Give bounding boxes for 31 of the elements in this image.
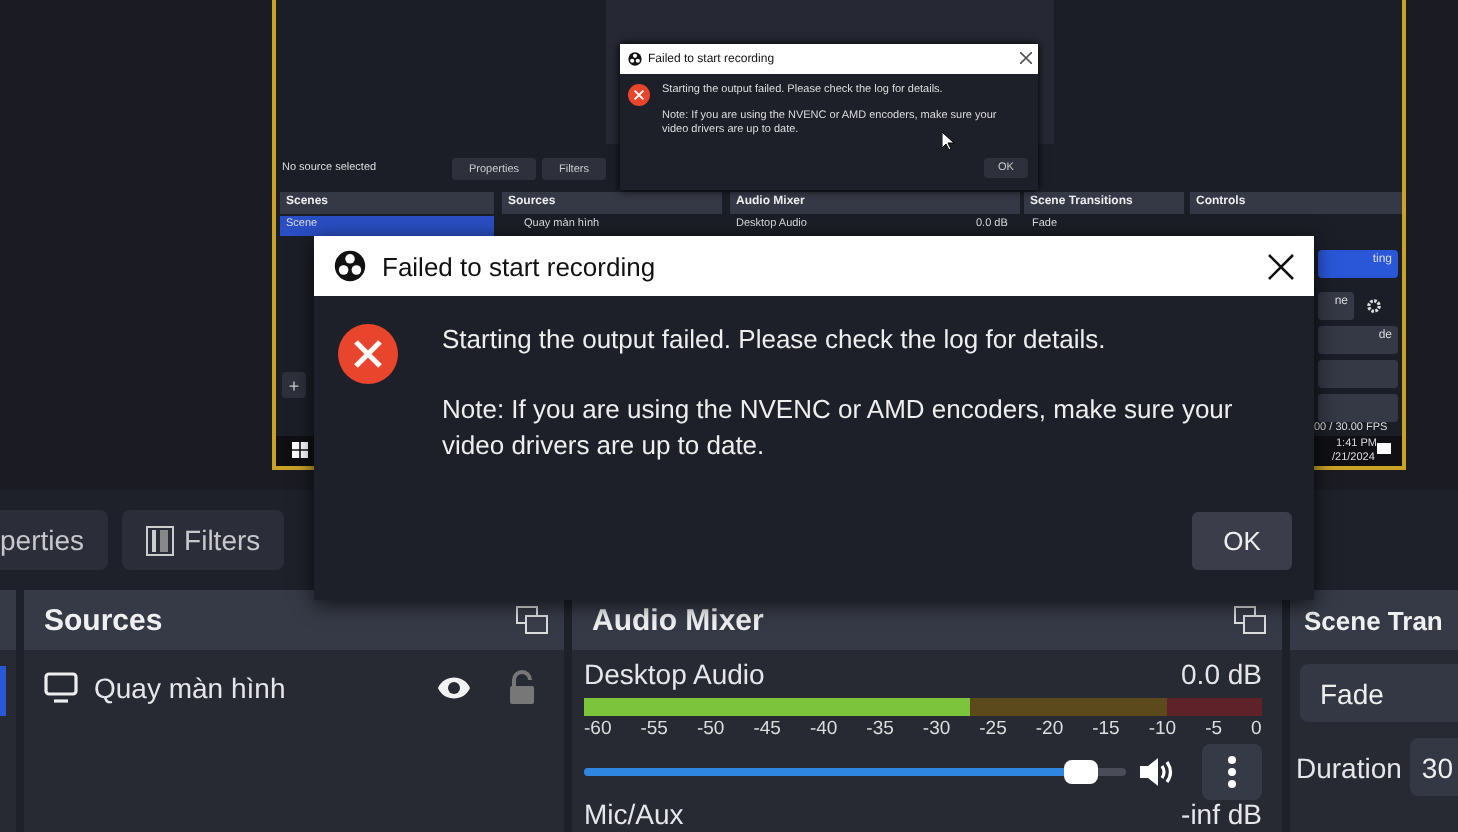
tick-label: -40 — [809, 718, 838, 740]
source-item[interactable]: Quay màn hình — [24, 650, 564, 724]
dialog-message: Starting the output failed. Please check the log for details. — [442, 322, 1108, 358]
panel-title: Audio Mixer — [592, 603, 764, 637]
dialog-title: Failed to start recording — [382, 251, 658, 281]
duration-field[interactable]: 30 — [1409, 738, 1458, 796]
dialog-note: Note: If you are using the NVENC or AMD encoders, make sure your video drivers are up to date. — [442, 392, 1235, 464]
ok-button[interactable]: OK — [1192, 512, 1292, 570]
tick-label: -45 — [753, 718, 781, 740]
filters-button[interactable]: Filters — [122, 510, 285, 570]
tick-label: 0 — [1251, 718, 1262, 740]
tick-label: -60 — [584, 718, 612, 740]
tick-label: -5 — [1205, 718, 1223, 740]
tick-label: -35 — [866, 718, 894, 740]
panel-title: Sources — [44, 603, 163, 637]
transition-select[interactable]: Fade — [1300, 664, 1458, 722]
tick-label: -10 — [1148, 718, 1177, 740]
volume-reading: -inf dB — [1181, 800, 1262, 828]
tick-label: -15 — [1092, 718, 1120, 740]
panel-title: Scene Tran — [1304, 605, 1443, 635]
add-button[interactable]: + — [282, 372, 306, 398]
audio-source-name: Desktop Audio — [584, 658, 765, 690]
volume-reading: 0.0 dB — [1181, 658, 1262, 690]
tick-label: -55 — [640, 718, 668, 740]
toolbar-button[interactable]: perties — [0, 510, 109, 570]
tick-label: -25 — [979, 718, 1007, 740]
duration-label: Duration — [1296, 751, 1402, 783]
audio-source-name: Mic/Aux — [584, 800, 684, 828]
tick-label: -50 — [696, 718, 725, 740]
tick-label: -20 — [1035, 718, 1064, 740]
tick-label: -30 — [922, 718, 951, 740]
